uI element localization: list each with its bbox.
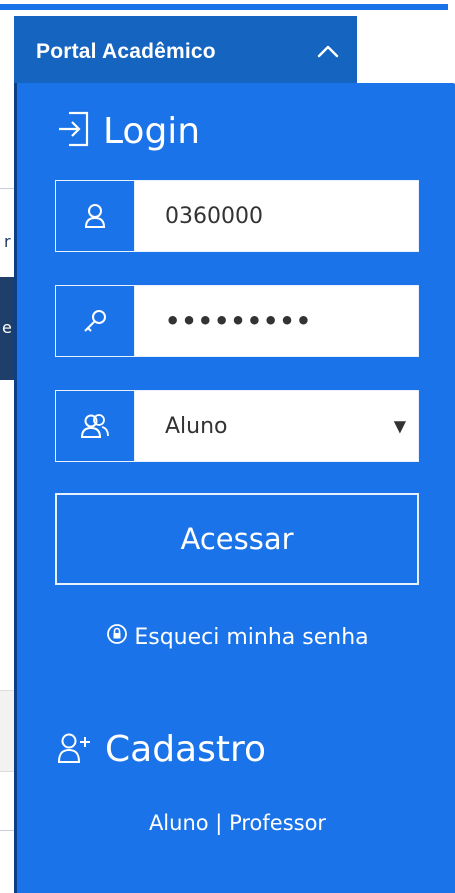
forgot-password-label: Esqueci minha senha [134, 624, 369, 650]
portal-academico-toggle[interactable]: Portal Acadêmico [14, 16, 357, 88]
login-icon [57, 109, 91, 153]
user-add-icon [57, 731, 93, 769]
username-field-group: 0360000 [55, 180, 419, 252]
username-input[interactable]: 0360000 [135, 181, 418, 251]
user-icon [56, 181, 135, 251]
cadastro-heading: Cadastro [57, 729, 266, 770]
login-dropdown-panel: Login 0360000 ••••••••• Aluno ▼ Acessar … [14, 83, 455, 893]
login-heading: Login [57, 109, 200, 153]
cadastro-professor-link[interactable]: Professor [229, 811, 326, 835]
chevron-up-icon [317, 43, 339, 62]
page-top-bar [0, 0, 448, 10]
cadastro-title: Cadastro [105, 729, 267, 770]
background-gray-block [0, 690, 14, 772]
background-text-fragment: r [4, 232, 11, 251]
profile-select-value: Aluno [165, 413, 228, 439]
forgot-password-link[interactable]: Esqueci minha senha [17, 623, 455, 651]
key-icon [56, 286, 135, 356]
acessar-button[interactable]: Acessar [55, 493, 419, 585]
password-input[interactable]: ••••••••• [135, 286, 418, 356]
link-separator: | [215, 811, 223, 835]
cadastro-links: Aluno | Professor [17, 811, 455, 835]
lock-reset-icon [106, 623, 128, 651]
portal-title: Portal Acadêmico [36, 40, 216, 63]
profile-select[interactable]: Aluno ▼ [135, 391, 418, 461]
background-divider [0, 188, 14, 189]
users-icon [56, 391, 135, 461]
password-field-group: ••••••••• [55, 285, 419, 357]
login-title: Login [103, 110, 201, 152]
background-text-fragment: e [2, 318, 12, 337]
dropdown-arrow-icon: ▼ [393, 416, 406, 436]
cadastro-aluno-link[interactable]: Aluno [149, 811, 209, 835]
profile-field-group: Aluno ▼ [55, 390, 419, 462]
background-divider [0, 830, 14, 831]
